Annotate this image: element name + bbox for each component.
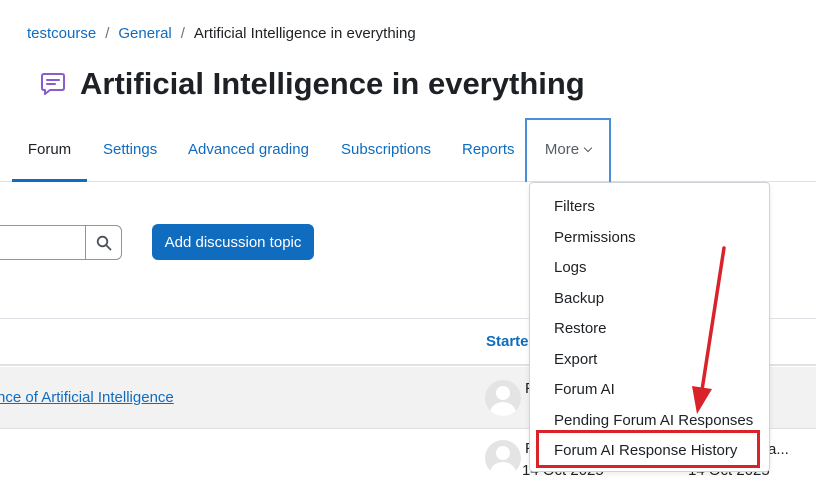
- breadcrumb-separator: /: [105, 25, 110, 42]
- breadcrumb: testcourse / General / Artificial Intell…: [27, 25, 416, 42]
- tab-more-dropdown[interactable]: More: [525, 118, 611, 182]
- tab-settings[interactable]: Settings: [103, 118, 157, 181]
- search-button[interactable]: [85, 225, 122, 260]
- search-input[interactable]: [0, 225, 86, 260]
- menu-item-export[interactable]: Export: [554, 351, 597, 368]
- avatar: [485, 380, 521, 416]
- menu-item-logs[interactable]: Logs: [554, 259, 587, 276]
- breadcrumb-separator: /: [180, 25, 185, 42]
- chevron-down-icon: [583, 143, 593, 153]
- started-by-column-header[interactable]: Starte: [486, 333, 529, 350]
- breadcrumb-current: Artificial Intelligence in everything: [193, 25, 416, 42]
- search-icon: [96, 235, 111, 250]
- discussion-link[interactable]: nce of Artificial Intelligence: [0, 389, 174, 406]
- last-post-author-fragment: a...: [768, 441, 789, 458]
- page-title: Artificial Intelligence in everything: [80, 66, 585, 101]
- menu-item-restore[interactable]: Restore: [554, 320, 607, 337]
- tab-subscriptions[interactable]: Subscriptions: [341, 118, 431, 181]
- menu-item-permissions[interactable]: Permissions: [554, 229, 636, 246]
- menu-item-pending-forum-ai-responses[interactable]: Pending Forum AI Responses: [554, 412, 753, 429]
- annotation-highlight-box: [536, 430, 760, 468]
- avatar: [485, 440, 521, 476]
- page-header: Artificial Intelligence in everything: [38, 66, 585, 102]
- tab-advanced-grading[interactable]: Advanced grading: [188, 118, 309, 181]
- tab-reports[interactable]: Reports: [462, 118, 515, 181]
- tab-more-label: More: [544, 141, 580, 158]
- menu-item-filters[interactable]: Filters: [554, 198, 595, 215]
- menu-item-forum-ai[interactable]: Forum AI: [554, 381, 615, 398]
- breadcrumb-section-link[interactable]: General: [118, 25, 171, 42]
- secondary-navigation: Forum Settings Advanced grading Subscrip…: [0, 118, 816, 182]
- tab-forum[interactable]: Forum: [12, 118, 87, 182]
- more-dropdown-menu: Filters Permissions Logs Backup Restore …: [529, 182, 770, 472]
- breadcrumb-course-link[interactable]: testcourse: [27, 25, 96, 42]
- menu-item-backup[interactable]: Backup: [554, 290, 604, 307]
- add-discussion-topic-button[interactable]: Add discussion topic: [152, 224, 314, 260]
- forum-speech-bubble-icon: [38, 69, 68, 99]
